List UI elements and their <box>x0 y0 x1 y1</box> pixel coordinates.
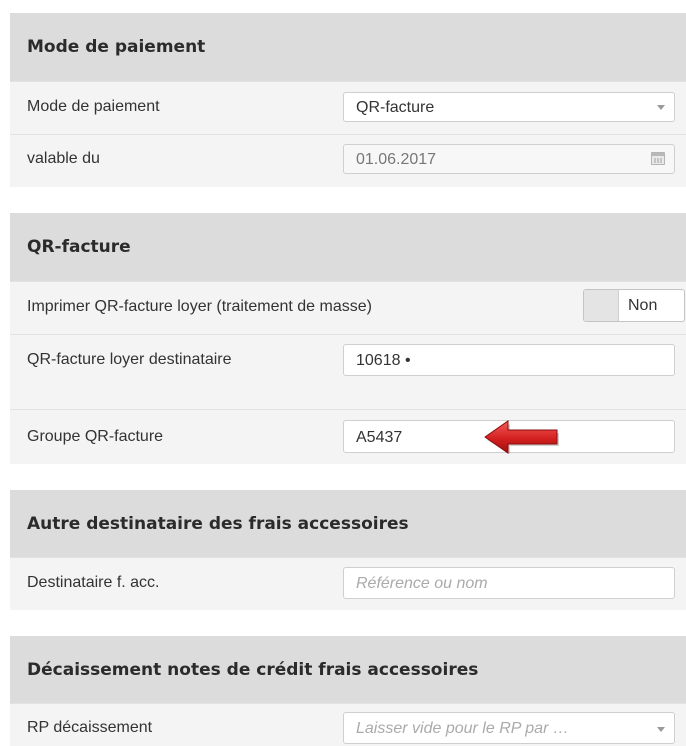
row-qr-group: Groupe QR-facture A5437 <box>10 409 686 464</box>
chevron-down-icon[interactable] <box>657 727 665 732</box>
disbursement-label: RP décaissement <box>27 719 153 736</box>
other-recipient-section: Autre destinataire des frais accessoires… <box>10 490 686 610</box>
qr-recipient-input[interactable]: 10618 • <box>343 344 675 376</box>
row-payment-mode: Mode de paiement QR-facture <box>10 81 686 134</box>
qr-recipient-label: QR-facture loyer destinataire <box>27 351 232 368</box>
chevron-down-icon[interactable] <box>657 105 665 110</box>
disbursement-placeholder: Laisser vide pour le RP par … <box>356 720 569 737</box>
row-valid-from: valable du 01.06.2017 <box>10 134 686 187</box>
calendar-icon[interactable] <box>651 152 665 165</box>
qr-invoice-section: QR-facture Imprimer QR-facture loyer (tr… <box>10 213 686 464</box>
disbursement-section: Décaissement notes de crédit frais acces… <box>10 636 686 746</box>
toggle-knob[interactable] <box>584 290 619 321</box>
other-recipient-input[interactable]: Référence ou nom <box>343 567 675 599</box>
payment-mode-value: QR-facture <box>356 99 435 116</box>
section-title-payment-mode: Mode de paiement <box>10 13 686 81</box>
row-print-qr: Imprimer QR-facture loyer (traitement de… <box>10 281 686 334</box>
other-recipient-label: Destinataire f. acc. <box>27 574 160 591</box>
print-qr-label: Imprimer QR-facture loyer (traitement de… <box>27 298 372 315</box>
payment-form: Mode de paiement Mode de paiement QR-fac… <box>0 0 686 746</box>
print-qr-toggle[interactable]: Non <box>583 289 685 322</box>
valid-from-value: 01.06.2017 <box>356 151 437 168</box>
row-qr-recipient: QR-facture loyer destinataire 10618 • <box>10 334 686 409</box>
print-qr-toggle-value: Non <box>628 297 658 314</box>
red-arrow-icon <box>484 420 559 454</box>
valid-from-label: valable du <box>27 150 100 167</box>
qr-group-label: Groupe QR-facture <box>27 428 164 445</box>
row-disbursement: RP décaissement Laisser vide pour le RP … <box>10 703 686 746</box>
payment-mode-label: Mode de paiement <box>27 98 160 115</box>
section-title-other-recipient: Autre destinataire des frais accessoires <box>10 490 686 557</box>
payment-mode-section: Mode de paiement Mode de paiement QR-fac… <box>10 13 686 187</box>
section-title-qr-invoice: QR-facture <box>10 213 686 281</box>
disbursement-select[interactable]: Laisser vide pour le RP par … <box>343 712 675 744</box>
qr-recipient-value: 10618 • <box>356 352 411 369</box>
payment-mode-select[interactable]: QR-facture <box>343 92 675 122</box>
qr-group-value: A5437 <box>356 429 403 446</box>
other-recipient-placeholder: Référence ou nom <box>356 575 488 592</box>
section-title-disbursement: Décaissement notes de crédit frais acces… <box>10 636 686 703</box>
row-other-recipient: Destinataire f. acc. Référence ou nom <box>10 557 686 610</box>
valid-from-date-field[interactable]: 01.06.2017 <box>343 144 675 174</box>
